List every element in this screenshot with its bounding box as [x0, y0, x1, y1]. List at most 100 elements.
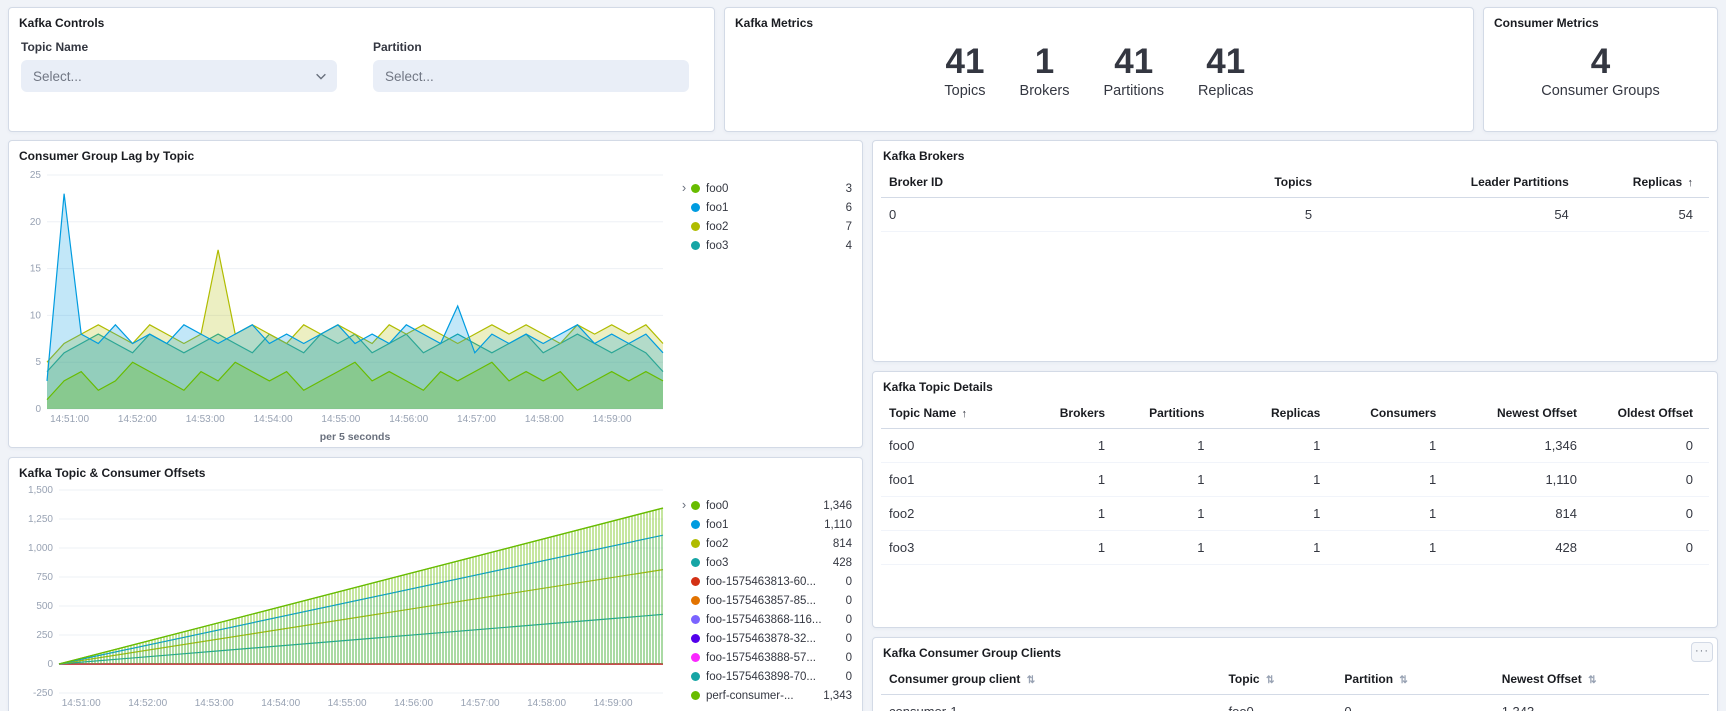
metric-value: 41 [944, 44, 985, 81]
svg-text:14:54:00: 14:54:00 [261, 698, 300, 709]
kafka-metrics-panel: Kafka Metrics 41 Topics 1 Brokers 41 Par… [724, 7, 1474, 132]
legend-item[interactable]: foo-1575463868-116... 0 [691, 610, 854, 629]
table-cell: 1 [1336, 497, 1452, 531]
table-cell: 1,346 [1452, 429, 1593, 463]
table-cell: 1 [1013, 531, 1121, 565]
legend-item[interactable]: foo2 7 [691, 217, 854, 236]
kafka-metrics-stats: 41 Topics 1 Brokers 41 Partitions 41 Rep… [725, 34, 1473, 99]
svg-text:10: 10 [30, 310, 42, 321]
column-header[interactable]: Consumers [1336, 398, 1452, 429]
svg-text:750: 750 [36, 572, 53, 583]
legend-item[interactable]: foo-1575463898-70... 0 [691, 667, 854, 686]
table-row: foo211118140 [881, 497, 1709, 531]
svg-text:14:54:00: 14:54:00 [254, 414, 293, 425]
legend-item[interactable]: foo-1575463813-60... 0 [691, 572, 854, 591]
metric-stat: 41 Topics [944, 44, 985, 99]
metric-stat: 41 Partitions [1104, 44, 1164, 99]
table-cell: 1 [1121, 497, 1220, 531]
consumer-metrics-stats: 4 Consumer Groups [1484, 34, 1717, 99]
legend-item[interactable]: foo2 814 [691, 534, 854, 553]
offsets-chart-panel: Kafka Topic & Consumer Offsets -25002505… [8, 457, 863, 711]
consumer-clients-table-wrap: Consumer group client ⇅Topic ⇅Partition … [873, 664, 1717, 711]
series-name: foo-1575463857-85... [706, 595, 840, 607]
svg-text:14:56:00: 14:56:00 [389, 414, 428, 425]
panel-options-button[interactable]: ··· [1691, 642, 1713, 662]
legend-item[interactable]: foo1 1,110 [691, 515, 854, 534]
series-name: foo-1575463898-70... [706, 671, 840, 683]
column-header[interactable]: Broker ID [881, 167, 1129, 198]
column-header[interactable]: Consumer group client ⇅ [881, 664, 1220, 695]
series-color-dot [691, 615, 700, 624]
sortable-icon: ⇅ [1266, 675, 1274, 686]
svg-text:0: 0 [47, 659, 53, 670]
table-cell: foo1 [881, 463, 1013, 497]
series-value: 1,110 [824, 519, 852, 531]
metric-value: 1 [1020, 44, 1070, 81]
series-color-dot [691, 577, 700, 586]
table-cell: foo0 [1220, 695, 1336, 711]
series-name: foo-1575463878-32... [706, 633, 840, 645]
svg-text:14:57:00: 14:57:00 [457, 414, 496, 425]
legend-item[interactable]: foo-1575463857-85... 0 [691, 591, 854, 610]
column-header[interactable]: Topic Name ↑ [881, 398, 1013, 429]
svg-text:15: 15 [30, 264, 42, 275]
offsets-chart-row: -25002505007501,0001,2501,50014:51:0014:… [9, 484, 862, 711]
column-header[interactable]: Partition ⇅ [1336, 664, 1493, 695]
column-header[interactable]: Replicas [1220, 398, 1336, 429]
svg-text:14:52:00: 14:52:00 [118, 414, 157, 425]
kafka-dashboard: Kafka Controls Topic Name Select... Part… [0, 0, 1726, 711]
topic-name-select[interactable]: Select... [21, 60, 337, 92]
legend-item[interactable]: perf-consumer-... 1,343 [691, 686, 854, 705]
series-name: foo2 [706, 221, 840, 233]
series-name: foo-1575463813-60... [706, 576, 840, 588]
legend-item[interactable]: foo0 3 [691, 179, 854, 198]
metric-label: Brokers [1020, 83, 1070, 99]
column-header[interactable]: Replicas ↑ [1585, 167, 1709, 198]
column-header[interactable]: Topic ⇅ [1220, 664, 1336, 695]
offsets-legend-wrap: › foo0 1,346 foo1 1,110 foo2 814 foo3 42… [677, 496, 854, 705]
table-row: foo011111,3460 [881, 429, 1709, 463]
series-color-dot [691, 241, 700, 250]
table-cell: 0 [1593, 531, 1709, 565]
svg-text:14:53:00: 14:53:00 [195, 698, 234, 709]
column-header[interactable]: Topics [1129, 167, 1328, 198]
legend-item[interactable]: foo3 428 [691, 553, 854, 572]
legend-item[interactable]: foo-1575463888-57... 0 [691, 648, 854, 667]
panel-title: Consumer Group Lag by Topic [9, 141, 862, 167]
column-header[interactable]: Partitions [1121, 398, 1220, 429]
series-name: foo0 [706, 500, 817, 512]
lag-chart-row: 051015202514:51:0014:52:0014:53:0014:54:… [9, 167, 862, 445]
metric-label: Replicas [1198, 83, 1254, 99]
panel-title: Kafka Controls [9, 8, 714, 34]
series-value: 1,343 [823, 690, 852, 702]
table-cell: 1 [1013, 497, 1121, 531]
partition-select[interactable]: Select... [373, 60, 689, 92]
table-cell: foo3 [881, 531, 1013, 565]
legend-item[interactable]: foo-1575463878-32... 0 [691, 629, 854, 648]
table-cell: 1 [1121, 429, 1220, 463]
column-header[interactable]: Leader Partitions [1328, 167, 1585, 198]
sortable-icon: ⇅ [1027, 675, 1035, 686]
svg-text:14:58:00: 14:58:00 [527, 698, 566, 709]
metric-stat: 41 Replicas [1198, 44, 1254, 99]
column-header[interactable]: Brokers [1013, 398, 1121, 429]
table-cell: 0 [1593, 429, 1709, 463]
column-header[interactable]: Newest Offset ⇅ [1494, 664, 1709, 695]
legend-item[interactable]: foo3 4 [691, 236, 854, 255]
column-header[interactable]: Oldest Offset [1593, 398, 1709, 429]
series-name: perf-consumer-... [706, 690, 817, 702]
sortable-icon: ⇅ [1588, 675, 1596, 686]
table-cell: 1 [1220, 429, 1336, 463]
column-header[interactable]: Newest Offset [1452, 398, 1593, 429]
svg-text:250: 250 [36, 630, 53, 641]
chevron-down-icon[interactable] [314, 69, 328, 83]
legend-collapse-chevron[interactable]: › [677, 179, 691, 255]
legend-item[interactable]: foo0 1,346 [691, 496, 854, 515]
series-value: 7 [846, 221, 852, 233]
legend-item[interactable]: foo1 6 [691, 198, 854, 217]
metric-label: Partitions [1104, 83, 1164, 99]
table-cell: 0 [1593, 497, 1709, 531]
series-color-dot [691, 596, 700, 605]
legend-collapse-chevron[interactable]: › [677, 496, 691, 705]
table-cell: 1,110 [1452, 463, 1593, 497]
